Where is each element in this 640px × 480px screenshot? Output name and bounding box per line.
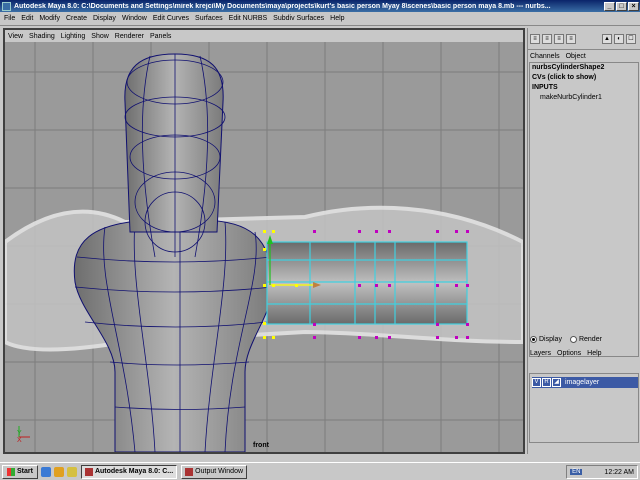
axis-labels: YX	[17, 430, 22, 444]
folder-icon[interactable]	[66, 466, 77, 477]
menu-options[interactable]: Options	[557, 350, 581, 357]
axis-x-label: X	[17, 437, 22, 444]
head-mesh	[124, 53, 226, 258]
cvs-toggle[interactable]: CVs (click to show)	[530, 73, 638, 83]
layer-color-swatch[interactable]: ◢	[552, 378, 561, 387]
start-label: Start	[17, 468, 33, 475]
maya-app-icon	[2, 1, 11, 11]
viewport-panel: View Shading Lighting Show Renderer Pane…	[3, 28, 525, 454]
language-indicator[interactable]: EN	[570, 469, 583, 475]
display-render-toggle: Display Render	[528, 333, 640, 345]
menu-edit-curves[interactable]: Edit Curves	[153, 15, 189, 22]
task-output-label: Output Window	[195, 468, 244, 475]
viewport-menubar: View Shading Lighting Show Renderer Pane…	[5, 30, 523, 42]
minimize-button[interactable]: _	[604, 1, 615, 11]
layer-render-toggle[interactable]: R	[542, 378, 551, 387]
torso-mesh	[73, 219, 274, 452]
clock: 12:22 AM	[604, 468, 634, 476]
menu-edit-nurbs[interactable]: Edit NURBS	[229, 15, 268, 22]
layer-editor-icon[interactable]: ▲	[602, 33, 612, 44]
render-radio[interactable]	[569, 335, 577, 343]
list-icon-4[interactable]: ≡	[566, 33, 576, 44]
vp-menu-shading[interactable]: Shading	[29, 33, 55, 40]
output-window-icon	[185, 467, 194, 476]
menu-file[interactable]: File	[4, 15, 15, 22]
maximize-button[interactable]: □	[616, 1, 627, 11]
windows-taskbar: Start Autodesk Maya 8.0: C... Output Win…	[0, 462, 640, 480]
close-button[interactable]: ×	[628, 1, 639, 11]
menu-display[interactable]: Display	[93, 15, 116, 22]
list-icon[interactable]: ≡	[530, 33, 540, 44]
list-icon-3[interactable]: ≡	[554, 33, 564, 44]
vp-menu-view[interactable]: View	[8, 33, 23, 40]
layers-menubar: Layers Options Help	[528, 347, 640, 359]
menu-help[interactable]: Help	[330, 15, 344, 22]
menu-layers-help[interactable]: Help	[587, 350, 601, 357]
layer-name[interactable]: imagelayer	[565, 379, 599, 386]
vp-menu-panels[interactable]: Panels	[150, 33, 171, 40]
render-icon[interactable]: ◐	[614, 33, 624, 44]
maya-task-icon	[84, 467, 93, 476]
menu-create[interactable]: Create	[66, 15, 87, 22]
vp-menu-lighting[interactable]: Lighting	[61, 33, 86, 40]
display-radio[interactable]	[530, 335, 537, 343]
channel-toolbar: ≡ ≡ ≡ ≡ ▲ ◐ ☐	[528, 28, 640, 50]
channel-box-menu: Channels Object	[528, 51, 640, 61]
attribute-icon[interactable]: ☐	[626, 33, 636, 44]
vp-menu-renderer[interactable]: Renderer	[115, 33, 144, 40]
task-maya-label: Autodesk Maya 8.0: C...	[94, 468, 174, 475]
menu-subdiv-surfaces[interactable]: Subdiv Surfaces	[273, 15, 324, 22]
input-node[interactable]: makeNurbCylinder1	[530, 93, 638, 103]
list-icon-2[interactable]: ≡	[542, 33, 552, 44]
channel-box-panel: ≡ ≡ ≡ ≡ ▲ ◐ ☐ Channels Object nurbsCylin…	[527, 28, 640, 454]
layer-row[interactable]: V R ◢ imagelayer	[532, 377, 638, 388]
display-label: Display	[539, 335, 562, 343]
arm-cylinder-selected	[263, 230, 469, 339]
window-title: Autodesk Maya 8.0: C:\Documents and Sett…	[14, 2, 551, 10]
main-menubar: File Edit Modify Create Display Window E…	[0, 12, 640, 26]
channel-box: nurbsCylinderShape2 CVs (click to show) …	[529, 62, 639, 357]
shape-name[interactable]: nurbsCylinderShape2	[530, 63, 638, 73]
media-icon[interactable]	[53, 466, 64, 477]
menu-object[interactable]: Object	[566, 53, 586, 60]
menu-surfaces[interactable]: Surfaces	[195, 15, 223, 22]
camera-label: front	[253, 442, 269, 449]
internet-explorer-icon[interactable]	[40, 466, 51, 477]
menu-edit[interactable]: Edit	[21, 15, 33, 22]
vp-menu-show[interactable]: Show	[91, 33, 109, 40]
render-label: Render	[578, 335, 602, 343]
system-tray: EN 12:22 AM	[566, 465, 638, 479]
layer-visibility-toggle[interactable]: V	[532, 378, 541, 387]
inputs-heading: INPUTS	[532, 84, 558, 91]
viewport-canvas[interactable]: YX front	[5, 42, 523, 452]
menu-channels[interactable]: Channels	[530, 53, 560, 60]
task-output-window[interactable]: Output Window	[181, 464, 248, 479]
viewport-scene	[5, 42, 523, 452]
task-maya[interactable]: Autodesk Maya 8.0: C...	[80, 464, 178, 479]
layer-list: V R ◢ imagelayer	[529, 373, 639, 443]
axis-y-label: Y	[17, 430, 22, 437]
windows-logo-icon	[7, 467, 15, 476]
window-titlebar: Autodesk Maya 8.0: C:\Documents and Sett…	[0, 0, 640, 12]
start-button[interactable]: Start	[2, 464, 38, 479]
menu-modify[interactable]: Modify	[39, 15, 60, 22]
menu-layers[interactable]: Layers	[530, 350, 551, 357]
menu-window[interactable]: Window	[122, 15, 147, 22]
